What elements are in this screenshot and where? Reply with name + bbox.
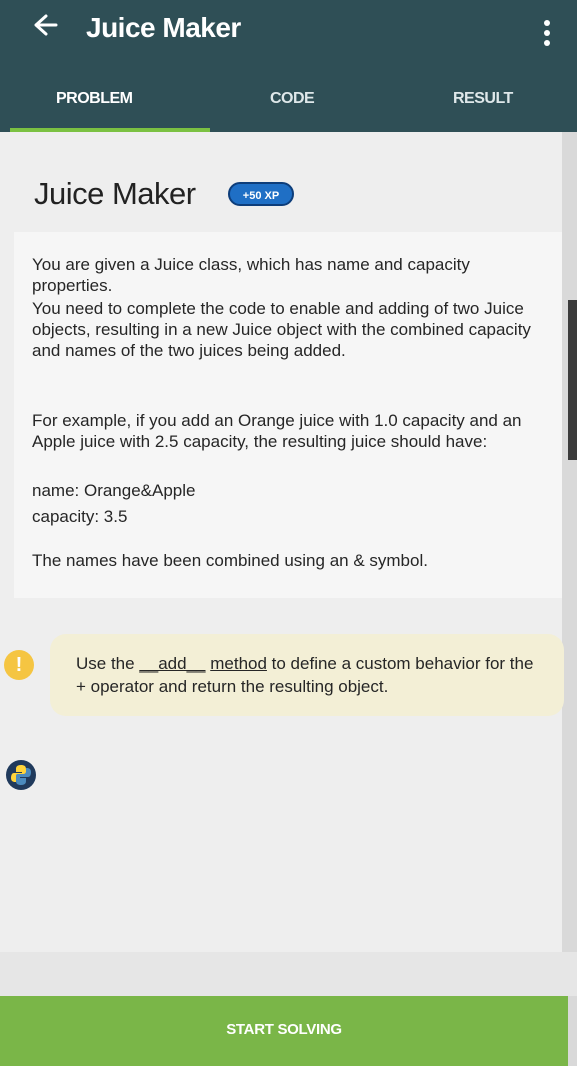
example-paragraph: For example, if you add an Orange juice …	[32, 411, 522, 451]
tab-result[interactable]: RESULT	[453, 90, 513, 108]
app-title: Juice Maker	[86, 12, 241, 43]
warning-icon: !	[4, 650, 34, 680]
problem-title: Juice Maker	[34, 176, 196, 211]
bottom-strip	[0, 952, 577, 996]
python-icon	[6, 760, 36, 790]
description-paragraph: You need to complete the code to enable …	[32, 299, 531, 360]
scrollbar[interactable]	[568, 300, 577, 460]
back-arrow-icon[interactable]	[28, 10, 58, 40]
problem-description: You are given a Juice class, which has n…	[14, 232, 562, 598]
hint-box: Use the __add__ method to define a custo…	[50, 634, 564, 716]
hint-prefix: Use the	[76, 654, 140, 673]
example-capacity: capacity: 3.5	[32, 507, 128, 526]
tab-code[interactable]: CODE	[270, 90, 315, 108]
description-paragraph: You are given a Juice class, which has n…	[32, 255, 470, 295]
start-solving-button[interactable]: START SOLVING	[0, 996, 568, 1066]
tab-problem[interactable]: PROBLEM	[56, 90, 133, 108]
app-bar: Juice Maker PROBLEM CODE RESULT	[0, 0, 577, 132]
hint-method-name: __add__	[139, 654, 206, 673]
more-vertical-icon[interactable]	[536, 20, 558, 54]
example-name: name: Orange&Apple	[32, 481, 196, 500]
hint-method-link[interactable]: method	[210, 654, 267, 673]
xp-badge: +50 XP	[228, 182, 294, 206]
hint-text: Use the __add__ method to define a custo…	[76, 652, 546, 698]
note-paragraph: The names have been combined using an & …	[32, 551, 428, 570]
